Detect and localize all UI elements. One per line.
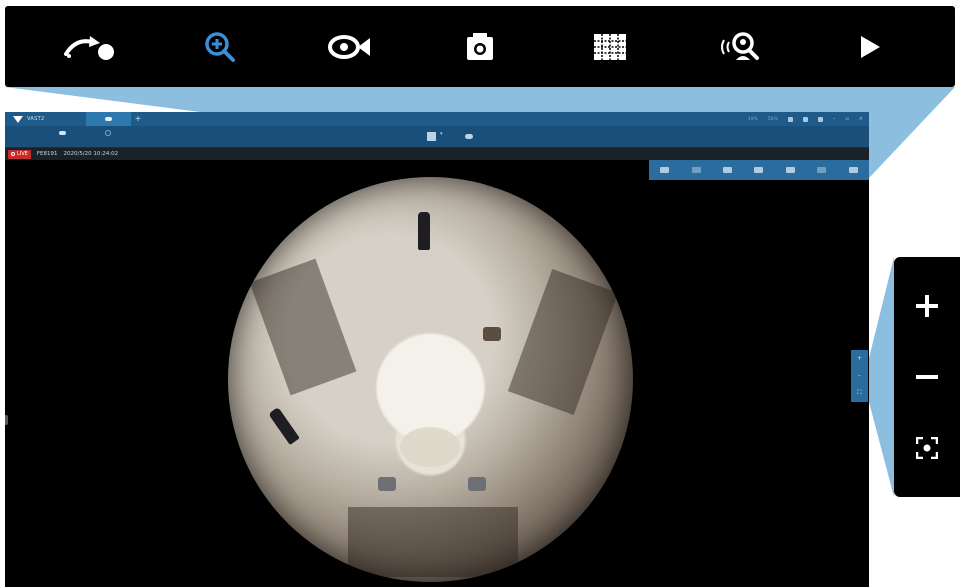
menu-icon[interactable] [787, 116, 793, 122]
notification-icon[interactable] [802, 116, 808, 122]
chair [378, 477, 396, 491]
fisheye-view-icon [328, 34, 370, 59]
layout-select-icon[interactable] [427, 132, 436, 141]
panel-expand-handle[interactable] [5, 415, 8, 425]
play-button[interactable] [835, 17, 905, 77]
eye-icon [105, 117, 112, 121]
zoom-plus-icon[interactable]: + [857, 355, 862, 362]
zoom-in-icon[interactable] [691, 167, 701, 173]
app-name: VAST2 [27, 116, 45, 122]
live-badge: LIVE [8, 149, 31, 159]
shelf [249, 258, 357, 396]
layout-grid-button[interactable] [575, 17, 645, 77]
view-toolbar: ▾ [5, 126, 869, 148]
fisheye-view-button[interactable] [315, 17, 385, 77]
fisheye-view-icon[interactable] [723, 167, 733, 173]
fisheye-video[interactable]: CRAFTMASTER [228, 177, 633, 582]
play-icon [861, 35, 880, 58]
camera-name: FE8191 [36, 151, 58, 157]
vivotek-logo-icon [13, 115, 23, 123]
zoomed-toolbar-callout [5, 6, 955, 87]
zoom-plus-icon [916, 295, 938, 318]
zoom-minus-button[interactable] [907, 357, 947, 397]
restore-icon[interactable]: ▫ [845, 116, 848, 122]
zoomed-zoom-controls-callout [894, 257, 960, 497]
camera-timestamp: 2020/5/20 10:24:02 [63, 151, 119, 157]
live-label: LIVE [17, 151, 28, 157]
close-icon[interactable]: × [859, 116, 863, 122]
fit-screen-icon [916, 436, 938, 459]
vast2-app-window: VAST2 + 19% 56% – ▫ × ▾ LIVE FE8191 2020… [5, 112, 869, 587]
snapshot-icon[interactable] [754, 167, 764, 173]
talk-button[interactable] [705, 17, 775, 77]
zoom-in-icon [205, 31, 235, 62]
talk-person-icon[interactable] [817, 167, 827, 173]
zoom-strip: + – ⛶ [851, 350, 868, 402]
ptz-route-icon [64, 35, 114, 60]
chair [483, 327, 501, 341]
person [418, 212, 430, 250]
zoom-minus-icon[interactable]: – [858, 372, 861, 379]
shelf [507, 268, 619, 416]
zoom-plus-button[interactable] [907, 286, 947, 326]
snapshot-icon [467, 32, 493, 60]
title-bar: VAST2 + 19% 56% – ▫ × [5, 112, 869, 126]
live-view-icon[interactable] [59, 131, 66, 135]
shelf [348, 507, 518, 577]
camera-info-bar: LIVE FE8191 2020/5/20 10:24:02 [5, 148, 869, 160]
ptz-route-button[interactable] [55, 17, 125, 77]
memory-usage: 56% [767, 116, 778, 122]
chair [468, 477, 486, 491]
video-viewport[interactable]: CRAFTMASTER [5, 160, 869, 587]
store-sign: CRAFTMASTER [483, 178, 568, 214]
layout-grid-icon [594, 33, 626, 60]
table [400, 427, 460, 467]
add-tab-button[interactable]: + [133, 112, 143, 126]
video-toolbar [649, 160, 869, 180]
brand: VAST2 [5, 112, 44, 126]
talk-person-icon [721, 31, 759, 60]
search-icon[interactable] [105, 130, 111, 136]
tab-live-view[interactable] [86, 112, 131, 126]
ptz-route-icon[interactable] [660, 167, 670, 173]
play-icon[interactable] [848, 167, 858, 173]
snapshot-button[interactable] [445, 17, 515, 77]
zoom-minus-icon [916, 374, 938, 379]
zoom-in-button[interactable] [185, 17, 255, 77]
cpu-usage: 19% [747, 116, 758, 122]
fit-screen-icon[interactable]: ⛶ [857, 390, 861, 396]
layout-grid-icon[interactable] [785, 167, 795, 173]
settings-icon[interactable] [817, 116, 823, 122]
person [268, 406, 300, 446]
fisheye-mode-icon[interactable] [465, 134, 473, 139]
minimize-icon[interactable]: – [833, 116, 836, 122]
fit-screen-button[interactable] [907, 428, 947, 468]
chevron-down-icon[interactable]: ▾ [440, 131, 443, 137]
title-bar-status: 19% 56% – ▫ × [748, 112, 863, 126]
record-icon [11, 152, 15, 156]
